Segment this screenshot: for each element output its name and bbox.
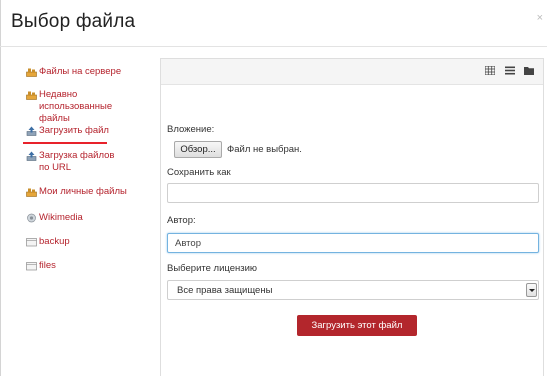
attachment-label: Вложение: [167, 124, 215, 135]
private-files-icon [26, 188, 37, 197]
repo-item-label: Загрузить файл [39, 125, 109, 136]
file-picker-dialog: Выбор файла × Файлы на сервере Недавно и… [0, 0, 547, 376]
tree-view-button[interactable] [522, 64, 536, 76]
wikimedia-icon [27, 213, 36, 223]
author-label: Автор: [167, 215, 196, 226]
license-select[interactable]: Все права защищены [167, 280, 539, 300]
repo-item-url-download[interactable]: Загрузка файлов по URL [26, 150, 126, 174]
repo-item-label: files [39, 260, 56, 271]
server-files-icon [26, 68, 37, 77]
save-as-label: Сохранить как [167, 167, 231, 178]
repo-item-backup[interactable]: backup [26, 236, 70, 248]
dialog-border [0, 0, 1, 376]
folder-icon [26, 238, 37, 247]
list-view-button[interactable] [503, 64, 517, 76]
list-view-icon [505, 66, 515, 74]
repo-item-label: Недавно использованные файлы [39, 89, 113, 124]
repo-item-wikimedia[interactable]: Wikimedia [26, 212, 83, 224]
url-download-icon [26, 151, 37, 161]
repo-item-label: Файлы на сервере [39, 66, 122, 77]
no-file-status: Файл не выбран. [227, 144, 302, 155]
upload-this-file-button[interactable]: Загрузить этот файл [297, 315, 417, 336]
icons-view-icon [485, 65, 495, 75]
active-repo-underline [23, 142, 107, 144]
repo-item-label: backup [39, 236, 70, 247]
repo-item-server-files[interactable]: Файлы на сервере [26, 66, 121, 78]
repo-item-label: Wikimedia [39, 212, 83, 223]
repo-item-private-files[interactable]: Мои личные файлы [26, 186, 127, 198]
upload-file-icon [26, 126, 37, 136]
tree-view-icon [524, 66, 534, 75]
repo-item-upload-file[interactable]: Загрузить файл [26, 125, 109, 137]
repo-item-files[interactable]: files [26, 260, 56, 272]
author-input[interactable] [167, 233, 539, 253]
save-as-input[interactable] [167, 183, 539, 203]
repo-item-recent-files[interactable]: Недавно использованные файлы [26, 89, 136, 125]
dialog-header: Выбор файла × [0, 0, 547, 47]
dialog-title: Выбор файла [11, 11, 136, 32]
view-toolbar [161, 59, 543, 85]
license-label: Выберите лицензию [167, 263, 258, 274]
repo-item-label: Мои личные файлы [39, 186, 127, 197]
license-selected-value: Все права защищены [177, 285, 273, 296]
repo-item-label: Загрузка файлов по URL [39, 150, 115, 173]
browse-button[interactable]: Обзор... [174, 141, 222, 158]
folder-icon [26, 262, 37, 271]
icons-view-button[interactable] [483, 64, 497, 76]
recent-files-icon [26, 91, 37, 100]
close-icon[interactable]: × [537, 12, 543, 24]
chevron-down-icon[interactable] [526, 283, 537, 297]
